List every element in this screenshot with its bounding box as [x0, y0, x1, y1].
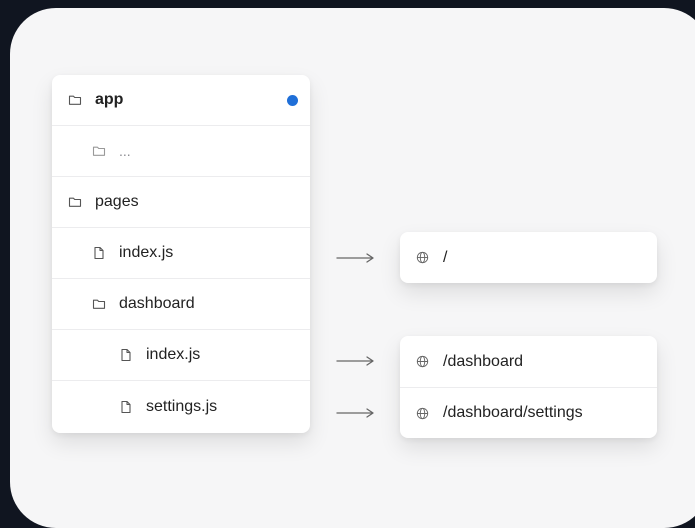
globe-icon [416, 251, 429, 264]
tree-item-label: app [95, 91, 124, 108]
tree-item-index-js[interactable]: index.js [52, 228, 310, 279]
tree-item-label: pages [95, 193, 139, 210]
route-row[interactable]: /dashboard [400, 336, 657, 387]
route-path: /dashboard [443, 352, 524, 370]
arrow-right-icon [336, 356, 374, 366]
tree-item-dashboard[interactable]: dashboard [52, 279, 310, 330]
route-card-dashboard: /dashboard /dashboard/settings [400, 336, 657, 438]
route-row[interactable]: / [400, 232, 657, 283]
tree-item-dashboard-index-js[interactable]: index.js [52, 330, 310, 381]
route-path: / [443, 248, 448, 266]
tree-item-label: index.js [119, 244, 174, 261]
globe-icon [416, 407, 429, 420]
tree-item-ellipsis[interactable]: ... [52, 126, 310, 177]
tree-item-label: ... [119, 143, 131, 159]
tree-item-settings-js[interactable]: settings.js [52, 381, 310, 433]
route-card-root: / [400, 232, 657, 283]
file-icon [119, 348, 133, 362]
folder-icon [68, 195, 82, 209]
tree-item-label: index.js [146, 346, 201, 363]
arrow-right-icon [336, 253, 374, 263]
route-path: /dashboard/settings [443, 404, 583, 421]
status-dot [287, 95, 298, 106]
tree-item-pages[interactable]: pages [52, 177, 310, 228]
file-tree: app ... pages index.js dashboard index.j… [52, 75, 310, 433]
folder-icon [68, 93, 82, 107]
tree-item-label: settings.js [146, 398, 218, 415]
tree-item-label: dashboard [119, 295, 195, 312]
folder-icon [92, 144, 106, 158]
folder-icon [92, 297, 106, 311]
route-row[interactable]: /dashboard/settings [400, 387, 657, 438]
file-icon [119, 400, 133, 414]
arrow-right-icon [336, 408, 374, 418]
tree-item-app[interactable]: app [52, 75, 310, 126]
globe-icon [416, 355, 429, 368]
file-icon [92, 246, 106, 260]
